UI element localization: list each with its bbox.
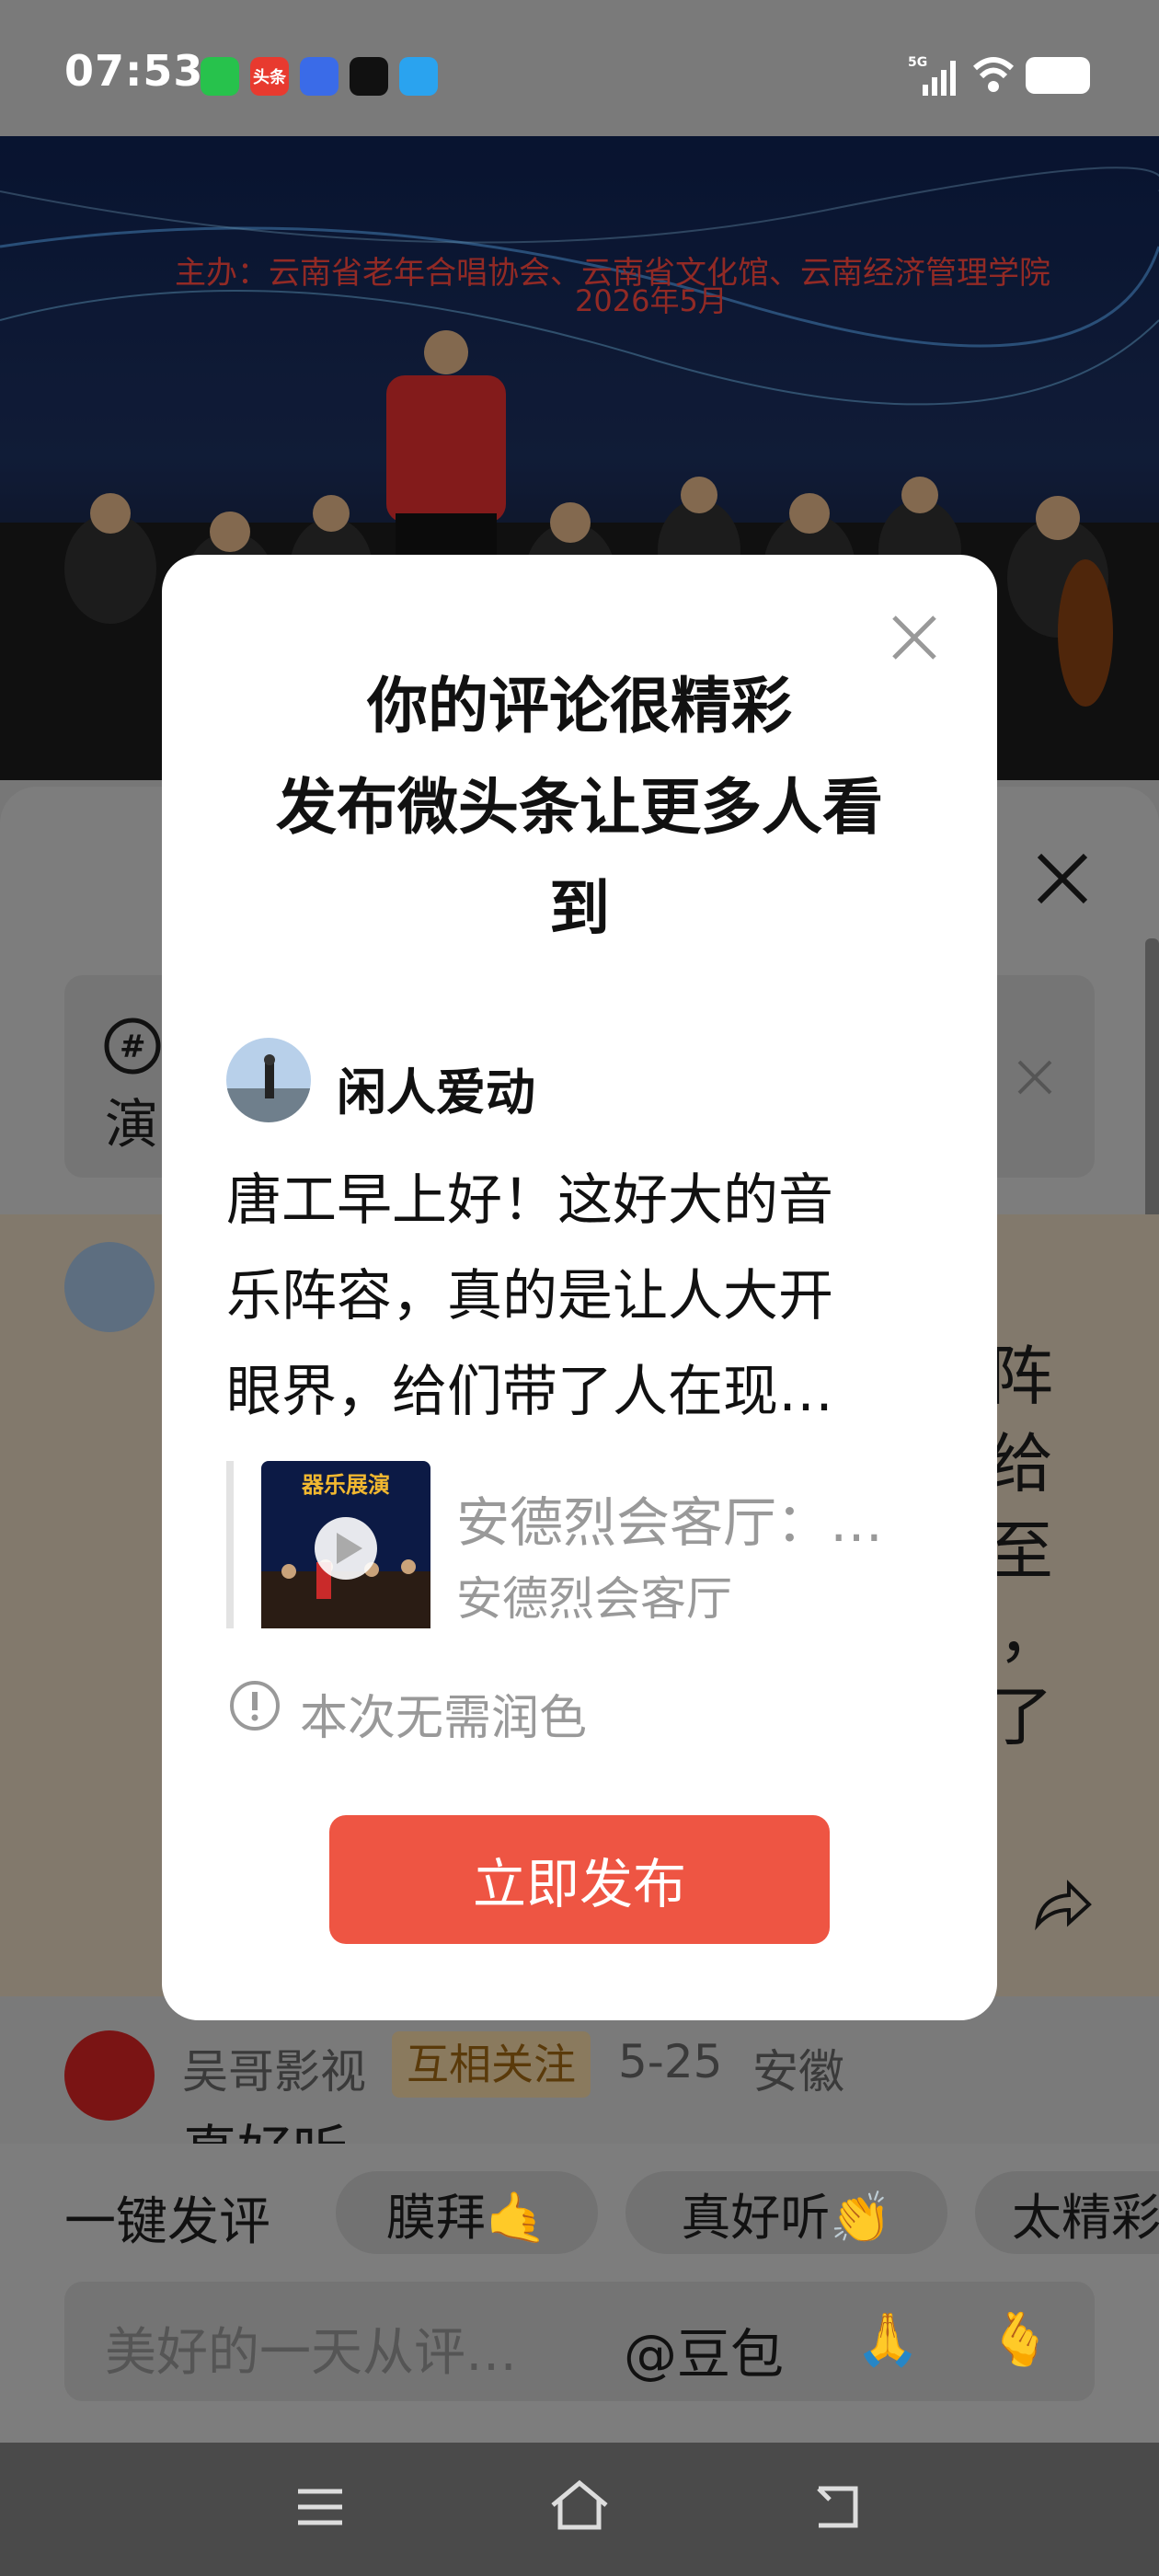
emoji-button[interactable]: 🙏 — [855, 2309, 920, 2370]
back-icon[interactable] — [809, 2479, 865, 2531]
publish-button[interactable]: 立即发布 — [329, 1815, 830, 1944]
hashtag-icon: # — [104, 1018, 161, 1075]
thumb-title: 器乐展演 — [301, 1472, 390, 1498]
quote-title: 安德烈会客厅：… — [456, 1491, 884, 1554]
clock: 07:53 — [64, 46, 204, 96]
emoji-button[interactable]: 🫰 — [988, 2309, 1052, 2370]
quick-chip[interactable]: 真好听👏 — [625, 2171, 947, 2254]
reply-date: 5-25 — [618, 2035, 723, 2088]
other-app-icon — [399, 57, 438, 96]
avatar — [64, 1242, 155, 1332]
quick-chip[interactable]: 膜拜🤙 — [336, 2171, 598, 2254]
share-icon[interactable] — [1030, 1877, 1095, 1932]
comment-fragment: 了 — [989, 1679, 1053, 1754]
toutiao-icon: 头条 — [250, 57, 289, 96]
tiktok-icon — [350, 57, 388, 96]
quick-chip[interactable]: 太精彩 — [975, 2171, 1159, 2254]
svg-text:#: # — [120, 1029, 146, 1065]
polish-notice: 本次无需润色 — [300, 1691, 588, 1746]
system-nav-bar — [0, 2443, 1159, 2576]
mention-doubao[interactable]: @豆包 — [624, 2311, 784, 2388]
title-line-3: 到 — [549, 873, 610, 944]
follow-badge: 互相关注 — [392, 2031, 591, 2098]
title-line-2: 发布微头条让更多人看 — [276, 772, 883, 843]
comment-preview: 唐工早上好！这好大的音 乐阵容，真的是让人大开 眼界，给们带了人在现… — [226, 1153, 944, 1440]
signal-icon: 5G — [908, 55, 956, 96]
modal-title: 你的评论很精彩 发布微头条让更多人看 到 — [162, 656, 997, 960]
comment-fragment: ， — [998, 1596, 1062, 1672]
avatar — [64, 2030, 155, 2121]
info-icon — [230, 1681, 280, 1731]
username: 闲人爱动 — [337, 1064, 535, 1121]
comment-placeholder: 美好的一天从评… — [105, 2323, 517, 2383]
quote-source: 安德烈会客厅 — [456, 1572, 732, 1626]
wechat-icon — [201, 57, 239, 96]
comment-fragment: 至 — [989, 1513, 1053, 1589]
comment-line: 眼界，给们带了人在现… — [226, 1360, 833, 1424]
comment-line: 乐阵容，真的是让人大开 — [226, 1264, 833, 1328]
status-bar: 07:53 头条 5G — [0, 0, 1159, 136]
publish-modal: 你的评论很精彩 发布微头条让更多人看 到 闲人爱动 唐工早上好！这好大的音 乐阵… — [162, 555, 997, 2020]
comment-line: 唐工早上好！这好大的音 — [226, 1168, 833, 1233]
comment-fragment: 给 — [989, 1426, 1053, 1501]
topic-text: 演 — [105, 1093, 159, 1156]
svg-text:5G: 5G — [908, 55, 927, 70]
comment-input[interactable]: 美好的一天从评… @豆包 🙏 🫰 — [64, 2282, 1095, 2401]
menu-icon[interactable] — [293, 2484, 348, 2530]
battery-icon — [1026, 57, 1090, 94]
topic-close-icon[interactable] — [1014, 1056, 1056, 1098]
comment-fragment: 阵 — [989, 1339, 1053, 1414]
avatar — [226, 1038, 311, 1122]
wifi-icon — [972, 57, 1015, 92]
video-thumbnail: 器乐展演 — [261, 1461, 430, 1628]
home-icon[interactable] — [547, 2478, 612, 2533]
baidu-icon — [300, 57, 339, 96]
panel-close-icon[interactable] — [1030, 846, 1095, 911]
title-line-1: 你的评论很精彩 — [367, 671, 792, 742]
quick-comment-label: 一键发评 — [64, 2192, 270, 2252]
quote-divider — [226, 1461, 234, 1628]
reply-username[interactable]: 吴哥影视 — [182, 2035, 366, 2101]
reply-text: 真好听 — [182, 2107, 348, 2144]
reply-location: 安徽 — [752, 2045, 844, 2099]
